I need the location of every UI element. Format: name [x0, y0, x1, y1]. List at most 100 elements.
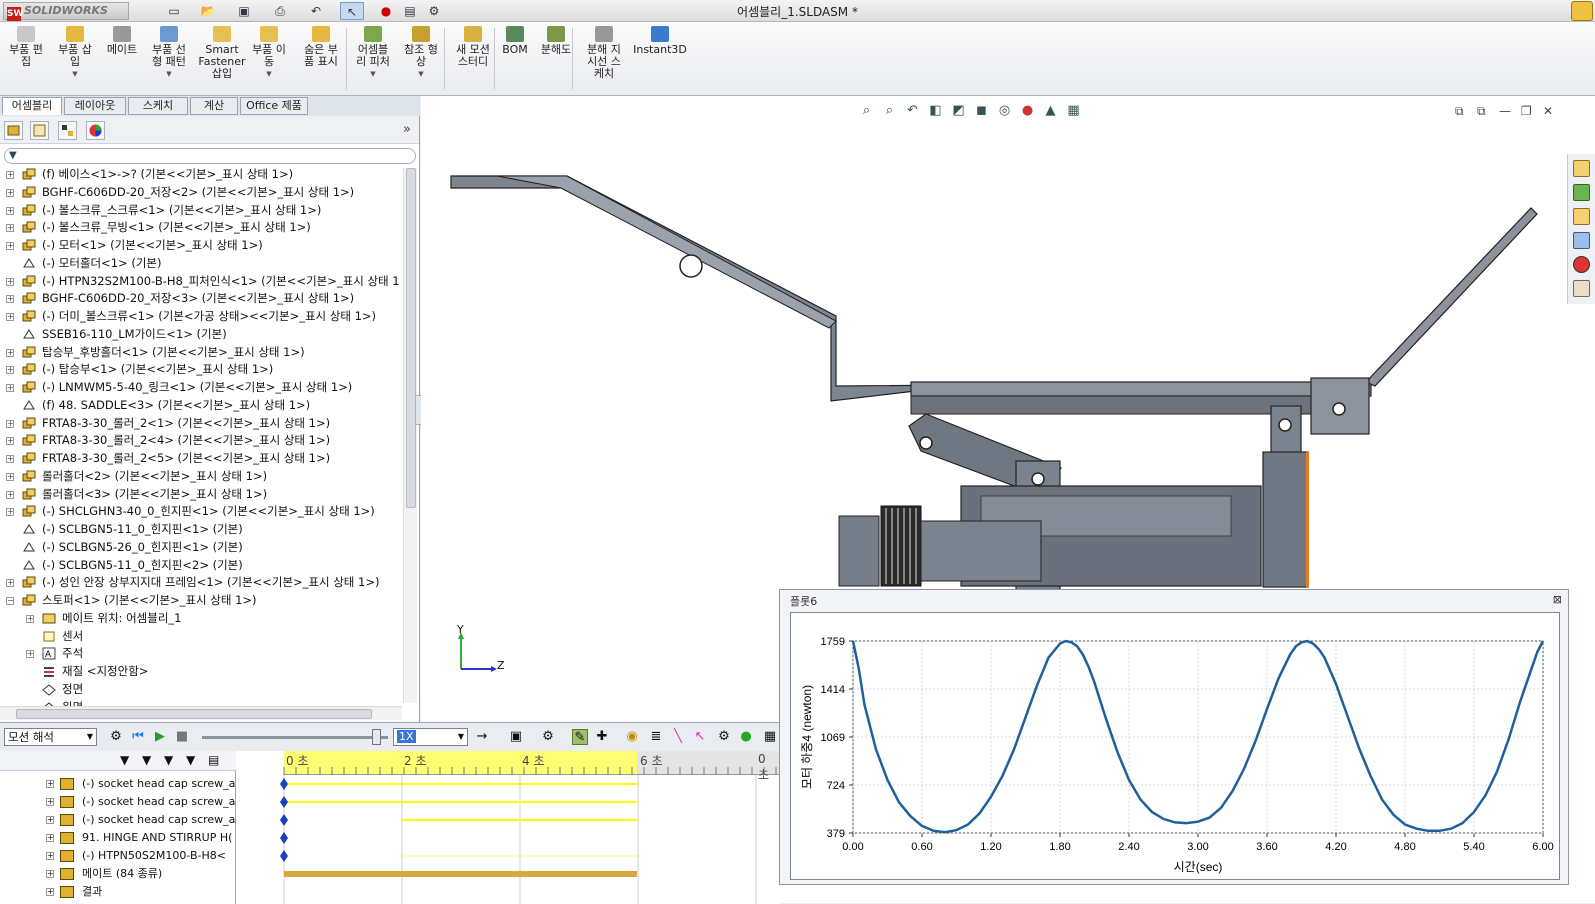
- tree-item[interactable]: 재질 <지정안함>: [0, 663, 402, 681]
- ribbon-button-6[interactable]: 숨은 부품 표시: [298, 26, 344, 68]
- expand-toggle-icon[interactable]: +: [6, 206, 14, 215]
- ribbon-button-0[interactable]: 부품 편집: [6, 26, 46, 68]
- tree-item[interactable]: + 롤러홀더<2> (기본<<기본>_표시 상태 1>): [0, 468, 402, 486]
- expand-toggle-icon[interactable]: +: [6, 277, 14, 286]
- dropdown-arrow-icon[interactable]: ▼: [350, 68, 396, 80]
- tree-item[interactable]: + FRTA8-3-30_롤러_2<4> (기본<<기본>_표시 상태 1>): [0, 432, 402, 450]
- tree-item[interactable]: − 스토퍼<1> (기본<<기본>_표시 상태 1>): [0, 592, 402, 610]
- expand-toggle-icon[interactable]: +: [46, 798, 54, 806]
- playback-speed-select[interactable]: 1X ▼: [393, 728, 468, 746]
- plot-close-icon[interactable]: ⊠: [1553, 593, 1562, 606]
- spring-icon[interactable]: ≣: [648, 729, 664, 745]
- tree-item[interactable]: + (f) 베이스<1>->? (기본<<기본>_표시 상태 1>): [0, 166, 402, 184]
- ribbon-button-5[interactable]: 부품 이 동 ▼: [246, 26, 292, 80]
- tab-1[interactable]: 레이아웃: [64, 97, 126, 115]
- ribbon-button-12[interactable]: 분해 지 시선 스 케치: [582, 26, 626, 80]
- expand-toggle-icon[interactable]: +: [6, 579, 14, 588]
- expand-toggle-icon[interactable]: +: [6, 295, 14, 304]
- display-manager-icon[interactable]: [86, 121, 105, 140]
- motion-timeline[interactable]: 0 초 2 초 4 초 6 초 0 초: [236, 751, 780, 904]
- expand-toggle-icon[interactable]: +: [46, 852, 54, 860]
- expand-toggle-icon[interactable]: +: [6, 472, 14, 481]
- motion-tree-row[interactable]: + (-) socket head cap screw_al: [0, 793, 236, 811]
- dropdown-arrow-icon[interactable]: ▼: [144, 68, 194, 80]
- view-palette-icon[interactable]: [1573, 232, 1590, 249]
- expand-toggle-icon[interactable]: +: [6, 348, 14, 357]
- expand-toggle-icon[interactable]: +: [6, 490, 14, 499]
- study-type-select[interactable]: 모션 해석 ▼: [4, 728, 97, 746]
- configuration-manager-icon[interactable]: [58, 121, 77, 140]
- ribbon-button-10[interactable]: BOM: [500, 26, 530, 56]
- ribbon-button-2[interactable]: 메이트: [102, 26, 142, 56]
- scroll-thumb[interactable]: [406, 168, 416, 508]
- tree-item[interactable]: + (-) 성인 안장 상부지지대 프레임<1> (기본<<기본>_표시 상태 1…: [0, 574, 402, 592]
- expand-toggle-icon[interactable]: +: [6, 171, 14, 179]
- filter-results-icon[interactable]: ▼: [186, 753, 195, 767]
- appearances-icon[interactable]: [1573, 256, 1590, 273]
- damper-icon[interactable]: ╲: [670, 729, 686, 745]
- expand-toggle-icon[interactable]: +: [6, 313, 14, 321]
- tree-item[interactable]: + (-) 볼스크류_무빙<1> (기본<<기본>_표시 상태 1>): [0, 219, 402, 237]
- feature-tree-icon[interactable]: [4, 121, 23, 140]
- ribbon-button-7[interactable]: 어셈블 리 피처 ▼: [350, 26, 396, 80]
- property-manager-icon[interactable]: [30, 121, 49, 140]
- tree-item[interactable]: + BGHF-C606DD-20_저장<2> (기본<<기본>_표시 상태 1>): [0, 184, 402, 202]
- expand-toggle-icon[interactable]: +: [6, 366, 14, 375]
- scroll-thumb[interactable]: [16, 709, 372, 719]
- ribbon-button-1[interactable]: 부품 삽 입 ▼: [52, 26, 98, 80]
- tree-vertical-scrollbar[interactable]: [403, 168, 417, 703]
- contact-icon[interactable]: ⚙: [716, 729, 732, 745]
- tree-item[interactable]: + A 주석: [0, 645, 402, 663]
- play-icon[interactable]: ▶: [152, 729, 168, 745]
- filter-animated-icon[interactable]: ▼: [120, 753, 129, 767]
- tree-item[interactable]: + FRTA8-3-30_롤러_2<1> (기본<<기본>_표시 상태 1>): [0, 415, 402, 433]
- filter-selected-icon[interactable]: ▼: [164, 753, 173, 767]
- expand-toggle-icon[interactable]: +: [46, 888, 54, 896]
- tree-item[interactable]: + 메이트 위치: 어셈블리_1: [0, 610, 402, 628]
- dropdown-arrow-icon[interactable]: ▼: [246, 68, 292, 80]
- ribbon-button-13[interactable]: Instant3D: [632, 26, 688, 56]
- expand-toggle-icon[interactable]: +: [6, 455, 14, 463]
- stop-icon[interactable]: ■: [174, 729, 190, 745]
- motor-icon[interactable]: ◉: [624, 729, 640, 745]
- motion-tree-row[interactable]: + 결과: [0, 883, 236, 901]
- expand-toggle-icon[interactable]: +: [6, 437, 14, 446]
- tree-item[interactable]: 윗면: [0, 699, 402, 706]
- tree-item[interactable]: + FRTA8-3-30_롤러_2<5> (기본<<기본>_표시 상태 1>): [0, 450, 402, 468]
- expand-toggle-icon[interactable]: +: [6, 419, 14, 428]
- file-explorer-icon[interactable]: [1573, 208, 1590, 225]
- ribbon-button-11[interactable]: 분해도: [536, 26, 576, 56]
- animation-wizard-icon[interactable]: ⚙: [540, 729, 556, 745]
- play-from-start-icon[interactable]: ⏮: [130, 729, 146, 745]
- expand-toggle-icon[interactable]: +: [26, 650, 34, 659]
- motion-tree-row[interactable]: + 메이트 (84 종류): [0, 865, 236, 883]
- tree-item[interactable]: + (-) 볼스크류_스크류<1> (기본<<기본>_표시 상태 1>): [0, 202, 402, 220]
- motion-tree-row[interactable]: + (-) socket head cap screw_al: [0, 811, 236, 829]
- tree-item[interactable]: + (-) 모터<1> (기본<<기본>_표시 상태 1>): [0, 237, 402, 255]
- save-animation-icon[interactable]: ▣: [508, 729, 524, 745]
- filter-driving-icon[interactable]: ▼: [142, 753, 151, 767]
- home-icon[interactable]: [1573, 160, 1590, 177]
- ribbon-button-3[interactable]: 부품 선형 패턴 ▼: [144, 26, 194, 80]
- ribbon-button-4[interactable]: Smart Fastener 삽입: [198, 26, 246, 80]
- expand-toggle-icon[interactable]: +: [6, 242, 14, 250]
- tree-item[interactable]: + (-) LNMWM5-5-40_링크<1> (기본<<기본>_표시 상태 1>…: [0, 379, 402, 397]
- tree-horizontal-scrollbar[interactable]: [0, 706, 402, 720]
- expand-toggle-icon[interactable]: +: [6, 224, 14, 233]
- tree-item[interactable]: + (-) SHCLGHN3-40_0_힌지핀<1> (기본<<기본>_표시 상태…: [0, 503, 402, 521]
- motion-tree-row[interactable]: + (-) HTPN50S2M100-B-H8<: [0, 847, 236, 865]
- slider-knob[interactable]: [372, 729, 381, 745]
- tree-item[interactable]: 센서: [0, 628, 402, 646]
- tree-filter-input[interactable]: ▼: [4, 148, 416, 164]
- more-chevron-icon[interactable]: »: [403, 122, 411, 137]
- tree-item[interactable]: + 롤러홀더<3> (기본<<기본>_표시 상태 1>): [0, 486, 402, 504]
- collapse-icon[interactable]: ▤: [208, 753, 219, 767]
- ribbon-button-9[interactable]: 새 모션 스터디: [450, 26, 496, 68]
- dropdown-arrow-icon[interactable]: ▼: [52, 68, 98, 80]
- plot-window[interactable]: 플롯6 ⊠ 0.00 0.60 1.20 1.80 2.40 3.00 3.60 4.20 4.…: [779, 589, 1569, 885]
- expand-toggle-icon[interactable]: −: [6, 597, 14, 605]
- custom-properties-icon[interactable]: [1573, 280, 1590, 297]
- motion-tree-row[interactable]: +91. HINGE AND STIRRUP H(: [0, 829, 236, 847]
- help-icon[interactable]: [1571, 1, 1593, 21]
- playback-mode-icon[interactable]: →: [474, 729, 490, 745]
